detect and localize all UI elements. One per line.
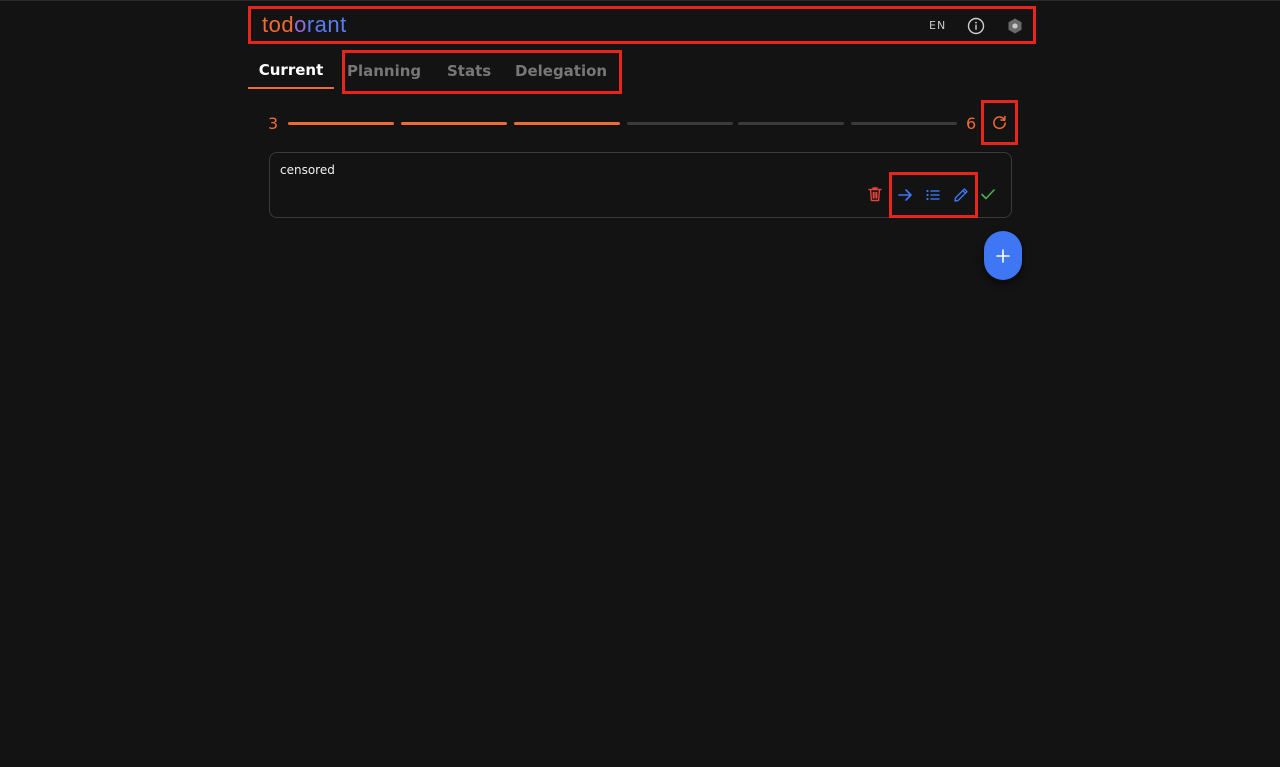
app-page: tod o rant EN Current Planning Stats Deleg… <box>0 0 1280 767</box>
hexagon-settings-icon[interactable] <box>1006 17 1024 35</box>
progress-segment <box>627 122 733 125</box>
plus-icon <box>996 248 1010 263</box>
complete-icon[interactable] <box>979 185 997 203</box>
edit-icon[interactable] <box>952 186 970 204</box>
language-switcher[interactable]: EN <box>929 19 946 32</box>
todo-actions-group <box>889 172 978 218</box>
progress-segment <box>288 122 394 125</box>
refresh-button[interactable] <box>981 100 1018 145</box>
app-header: tod o rant EN <box>248 6 1036 44</box>
tab-planning[interactable]: Planning <box>347 62 421 80</box>
tab-current[interactable]: Current <box>248 53 334 89</box>
logo-text-part3: rant <box>306 12 347 37</box>
progress-completed-count: 3 <box>268 114 279 133</box>
progress-segment <box>401 122 507 125</box>
list-icon[interactable] <box>924 186 942 204</box>
progress-segment <box>738 122 844 125</box>
app-logo[interactable]: tod o rant <box>262 10 347 40</box>
logo-text-part1: tod <box>262 12 295 37</box>
todo-text: censored <box>280 163 335 177</box>
delete-icon[interactable] <box>866 185 884 203</box>
refresh-icon <box>993 115 1006 130</box>
logo-text-part2: o <box>294 12 307 37</box>
info-icon[interactable] <box>967 17 985 35</box>
tab-delegation[interactable]: Delegation <box>515 62 607 80</box>
tabs-highlight-group: Planning Stats Delegation <box>342 50 622 94</box>
progress-total-count: 6 <box>966 114 977 133</box>
move-forward-icon[interactable] <box>896 186 914 204</box>
todo-card: censored <box>269 152 1012 218</box>
progress-segment <box>514 122 620 125</box>
window-top-border <box>0 0 1280 1</box>
tab-stats[interactable]: Stats <box>447 62 491 80</box>
add-todo-button[interactable] <box>984 231 1022 280</box>
progress-segment <box>851 122 957 125</box>
